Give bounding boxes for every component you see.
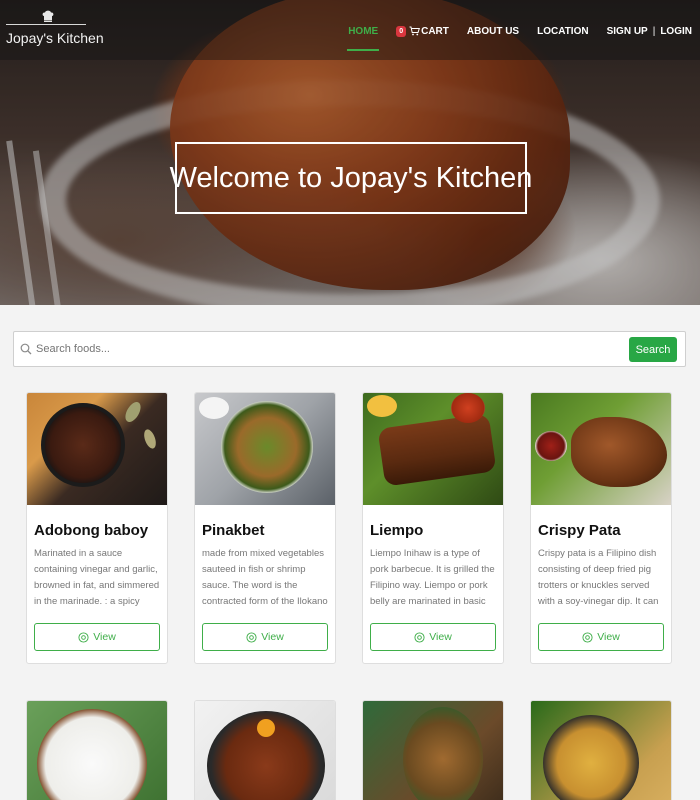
food-image-rice	[27, 701, 167, 800]
search-bar: Search	[13, 331, 686, 367]
eye-icon	[414, 631, 425, 643]
hero-title: Welcome to Jopay's Kitchen	[169, 161, 533, 194]
search-icon	[20, 343, 32, 355]
food-description: made from mixed vegetables sauteed in fi…	[202, 548, 328, 607]
nav-cart-label: CART	[421, 25, 449, 37]
food-image-liempo	[363, 393, 503, 505]
food-card: Pinakbet made from mixed vegetables saut…	[194, 392, 336, 664]
food-name: Crispy Pata	[538, 522, 621, 539]
eye-icon	[582, 631, 593, 643]
view-button-label: View	[429, 631, 452, 643]
nav-location[interactable]: LOCATION	[537, 26, 588, 37]
eye-icon	[246, 631, 257, 643]
nav-links: HOME 0 CART ABOUT US LOCATION SIGN UP | …	[330, 22, 692, 51]
food-card	[362, 700, 504, 800]
hero-title-box: Welcome to Jopay's Kitchen	[170, 142, 532, 214]
nav-login[interactable]: LOGIN	[660, 26, 692, 37]
view-button-label: View	[93, 631, 116, 643]
food-card	[26, 700, 168, 800]
food-card: Adobong baboy Marinated in a sauce conta…	[26, 392, 168, 664]
search-input[interactable]	[36, 336, 616, 362]
food-card	[194, 700, 336, 800]
food-image-sinigang	[531, 701, 671, 800]
food-image-sisig	[195, 701, 335, 800]
nav-separator: |	[652, 25, 656, 37]
eye-icon	[78, 631, 89, 643]
chef-hat-icon	[42, 10, 54, 22]
cart-icon	[409, 26, 421, 36]
cart-count-badge: 0	[396, 25, 407, 37]
brand-name: Jopay's Kitchen	[6, 30, 104, 46]
food-image-crispy-pata	[531, 393, 671, 505]
navbar: Jopay's Kitchen HOME 0 CART ABOUT US LOC…	[0, 0, 700, 60]
food-description: Liempo Inihaw is a type of pork barbecue…	[370, 548, 495, 607]
nav-auth: SIGN UP | LOGIN	[607, 26, 692, 37]
nav-cart[interactable]: 0 CART	[396, 25, 449, 37]
search-button[interactable]: Search	[629, 337, 677, 362]
nav-home[interactable]: HOME	[347, 26, 380, 51]
food-name: Adobong baboy	[34, 522, 149, 539]
view-button-label: View	[261, 631, 284, 643]
food-description: Marinated in a sauce containing vinegar …	[34, 548, 160, 607]
food-image-stew	[363, 701, 503, 800]
nav-about-us[interactable]: ABOUT US	[467, 26, 519, 37]
food-card: Crispy Pata Crispy pata is a Filipino di…	[530, 392, 672, 664]
view-button-label: View	[597, 631, 620, 643]
food-card	[530, 700, 672, 800]
food-card: Liempo Liempo Inihaw is a type of pork b…	[362, 392, 504, 664]
nav-sign-up[interactable]: SIGN UP	[607, 26, 648, 37]
view-button[interactable]: View	[202, 623, 328, 651]
food-image-adobo	[27, 393, 167, 505]
food-name: Pinakbet	[202, 522, 265, 539]
food-description: Crispy pata is a Filipino dish consistin…	[538, 548, 659, 607]
view-button[interactable]: View	[538, 623, 664, 651]
food-name: Liempo	[370, 522, 424, 539]
food-image-pinakbet	[195, 393, 335, 505]
brand-logo[interactable]: Jopay's Kitchen	[6, 8, 104, 54]
view-button[interactable]: View	[34, 623, 160, 651]
view-button[interactable]: View	[370, 623, 496, 651]
